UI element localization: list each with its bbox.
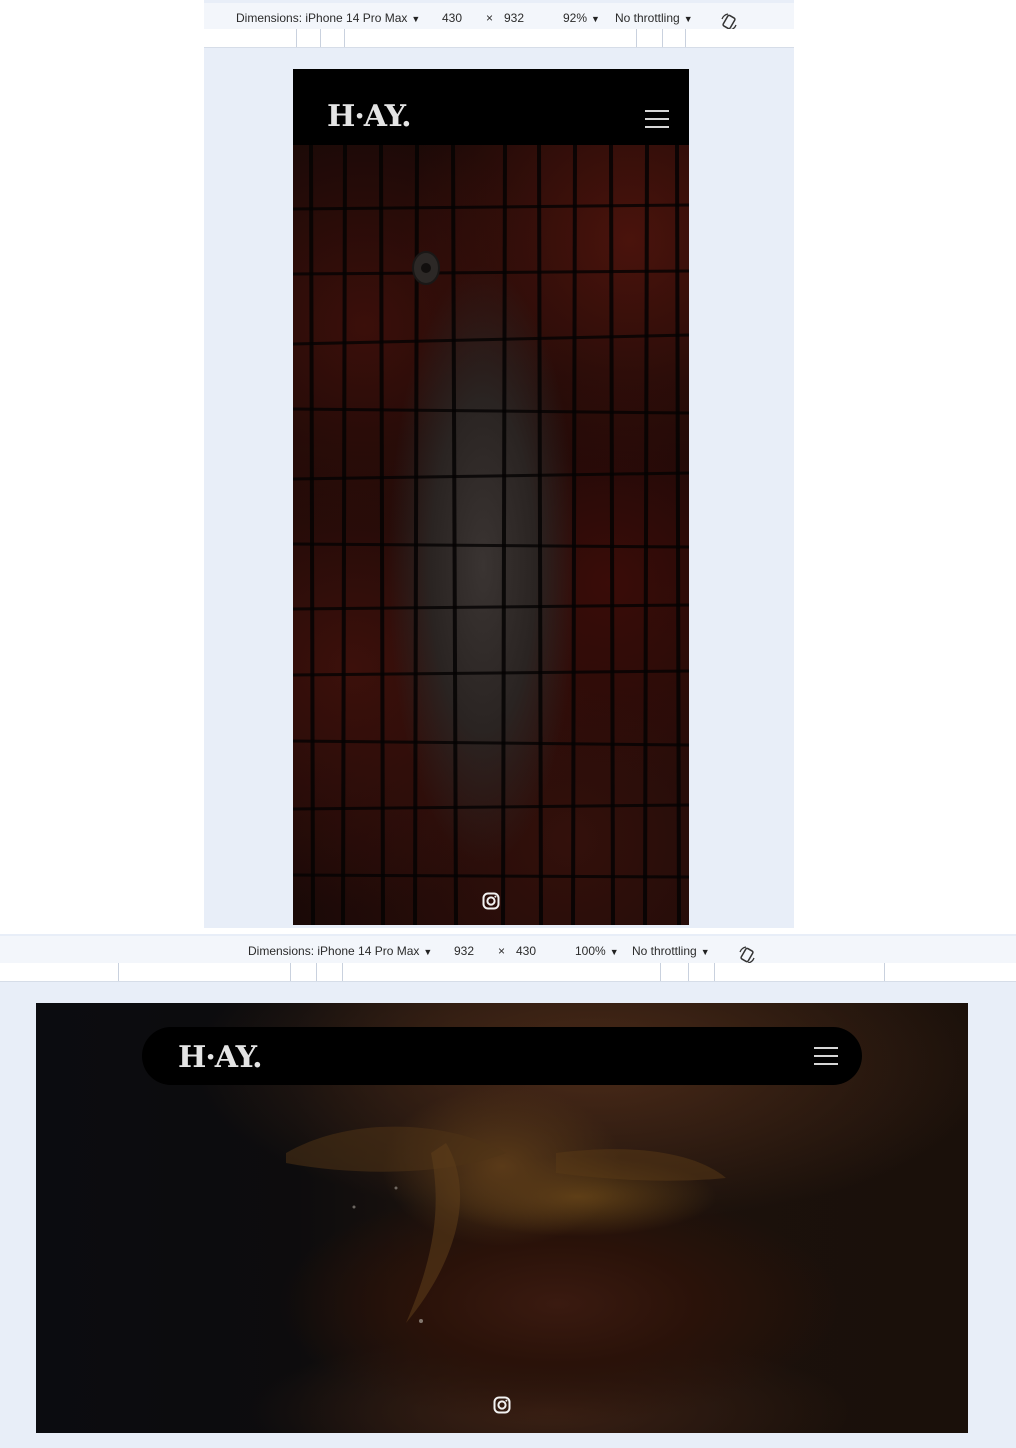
chevron-down-icon: ▼ xyxy=(423,947,433,957)
grill-grate xyxy=(293,144,689,925)
hamburger-menu-icon[interactable] xyxy=(645,110,669,128)
throttling-value: No throttling xyxy=(615,11,680,25)
zoom-dropdown[interactable]: 92% ▼ xyxy=(563,3,600,31)
hero-image-grilled-fish xyxy=(293,69,689,925)
media-query-ruler[interactable] xyxy=(204,29,794,48)
times-sign: × xyxy=(498,944,506,958)
zoom-value: 92% xyxy=(563,11,588,25)
device-toolbar: Dimensions: iPhone 14 Pro Max ▼ 430 × 932… xyxy=(204,3,794,32)
device-viewport-portrait: H·AY. xyxy=(293,69,689,925)
site-header: H·AY. xyxy=(293,69,689,145)
dimensions-label: Dimensions: iPhone 14 Pro Max xyxy=(248,944,420,958)
height-input[interactable]: 430 xyxy=(516,936,536,964)
dimensions-dropdown[interactable]: Dimensions: iPhone 14 Pro Max ▼ xyxy=(236,3,420,31)
instagram-icon[interactable] xyxy=(493,1396,511,1414)
zoom-value: 100% xyxy=(575,944,606,958)
hamburger-menu-icon[interactable] xyxy=(814,1047,838,1065)
media-query-ruler[interactable] xyxy=(0,963,1016,982)
dimensions-label: Dimensions: iPhone 14 Pro Max xyxy=(236,11,408,25)
width-input[interactable]: 932 xyxy=(454,936,474,964)
device-toolbar: Dimensions: iPhone 14 Pro Max ▼ 932 × 430… xyxy=(0,936,1016,965)
instagram-icon[interactable] xyxy=(482,892,500,910)
chevron-down-icon: ▼ xyxy=(700,947,710,957)
height-input[interactable]: 932 xyxy=(504,3,524,31)
dimensions-dropdown[interactable]: Dimensions: iPhone 14 Pro Max ▼ xyxy=(248,936,432,964)
device-viewport-landscape: H·AY. xyxy=(36,1003,968,1433)
throttling-dropdown[interactable]: No throttling ▼ xyxy=(632,936,710,964)
devtools-panel-portrait: Dimensions: iPhone 14 Pro Max ▼ 430 × 932… xyxy=(204,0,794,928)
times-sign: × xyxy=(486,11,494,25)
chevron-down-icon: ▼ xyxy=(411,14,421,24)
chevron-down-icon: ▼ xyxy=(591,14,600,24)
site-logo[interactable]: H·AY. xyxy=(178,1040,263,1075)
throttling-dropdown[interactable]: No throttling ▼ xyxy=(615,3,693,31)
chevron-down-icon: ▼ xyxy=(683,14,693,24)
site-logo[interactable]: H·AY. xyxy=(327,99,412,134)
throttling-value: No throttling xyxy=(632,944,697,958)
zoom-dropdown[interactable]: 100% ▼ xyxy=(575,936,619,964)
width-input[interactable]: 430 xyxy=(442,3,462,31)
site-header: H·AY. xyxy=(142,1027,862,1085)
devtools-panel-landscape: Dimensions: iPhone 14 Pro Max ▼ 932 × 430… xyxy=(0,934,1016,1448)
chevron-down-icon: ▼ xyxy=(609,947,619,957)
